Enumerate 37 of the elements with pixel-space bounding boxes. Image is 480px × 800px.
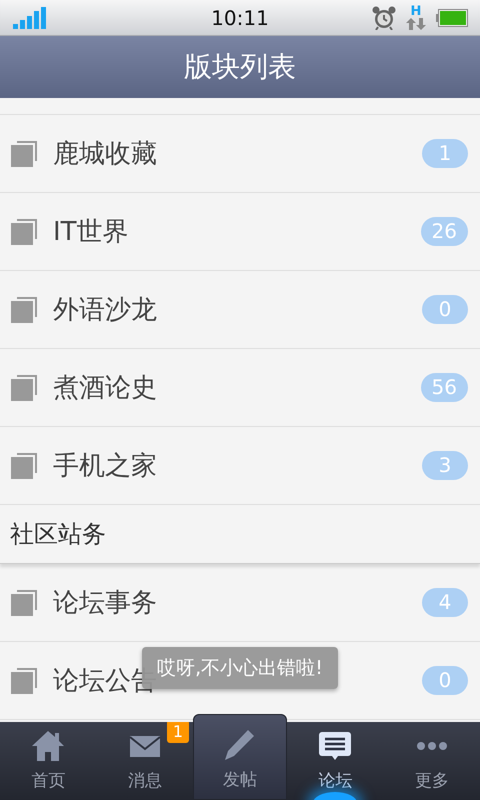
stacked-squares-icon [11,590,37,616]
count-badge: 0 [422,666,468,695]
count-badge: 56 [420,373,468,402]
more-icon [414,741,449,751]
stacked-squares-icon [11,668,37,694]
error-toast: 哎呀,不小心出错啦! [142,647,338,689]
forum-name[interactable]: 鹿城收藏 [53,136,157,171]
clock-time: 10:11 [210,6,270,30]
alarm-clock-icon [372,6,396,30]
stacked-squares-icon [11,218,37,244]
stacked-squares-icon [11,296,37,322]
unread-badge: 1 [166,722,189,743]
forum-name[interactable]: 外语沙龙 [53,292,157,327]
count-badge: 0 [422,295,468,324]
count-badge: 3 [422,451,468,480]
stacked-squares-icon [11,140,37,166]
tab-button[interactable]: 论坛 [287,722,384,800]
page-title: 版块列表 [184,49,296,85]
count-badge: 26 [420,217,468,246]
tab-button[interactable]: 消息 1 [96,722,193,800]
stacked-squares-icon [11,452,37,478]
tab-button[interactable]: 更多 [384,722,480,800]
count-badge: 1 [422,139,468,168]
data-arrows-icon [406,18,426,30]
tab-button[interactable]: 首页 [0,722,96,800]
tab-button[interactable]: 发帖 [193,714,287,800]
forum-name[interactable]: 煮酒论史 [53,370,157,405]
signal-icon [13,6,47,28]
battery-icon [436,8,468,26]
stacked-squares-icon [11,374,37,400]
forum-name[interactable]: IT世界 [53,214,129,249]
forum-name[interactable]: 手机之家 [53,448,157,483]
section-header: 社区站务 [0,505,480,564]
network-type: H [410,5,422,18]
forum-name[interactable]: 论坛事务 [53,585,157,620]
home-icon [30,729,66,763]
count-badge: 4 [422,588,468,617]
